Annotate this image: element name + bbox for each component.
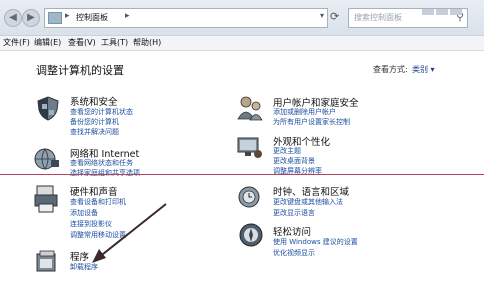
annotation-arrow (92, 203, 167, 263)
